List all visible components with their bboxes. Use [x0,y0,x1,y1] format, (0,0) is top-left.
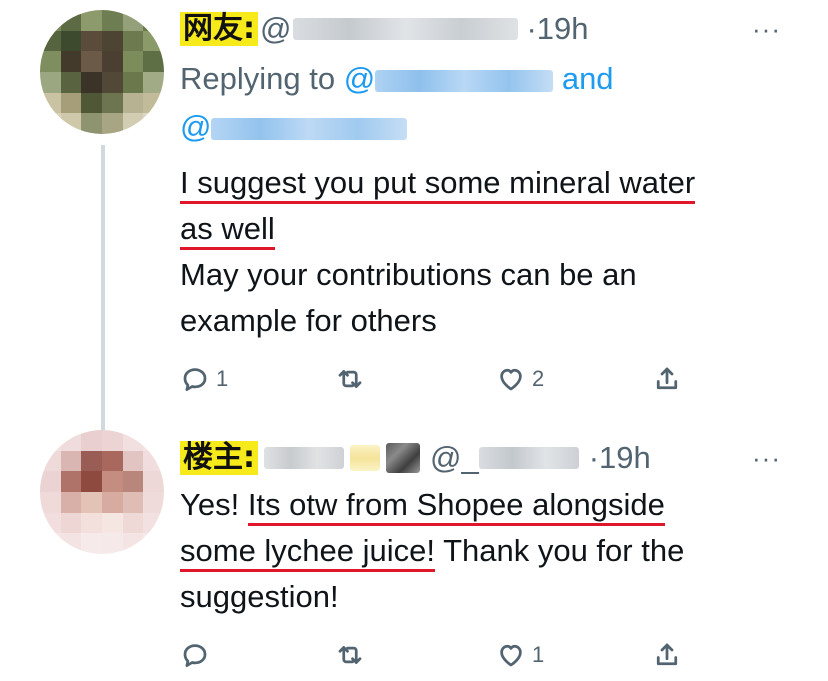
tweet2-underlined-1: Its otw from Shopee alongside [247,487,665,526]
tweet2-line-3: suggestion! [180,579,339,614]
tweet1-line-4: example for others [180,303,437,338]
timestamp[interactable]: ·19h [589,440,651,476]
tweet1-line-3: May your contributions can be an [180,257,637,292]
like-button[interactable]: 1 [496,640,544,670]
replying-to-label: Replying to [180,61,336,96]
blurred-emoji [386,443,420,473]
tweet2-underlined-2: some lychee juice! [180,533,436,572]
handle-prefix: @_ [430,440,479,475]
blurred-handle[interactable] [293,18,519,40]
reply-button[interactable] [180,640,210,670]
reply-icon [183,368,207,391]
blurred-replying-handle-1[interactable] [375,69,554,92]
reply-count: 1 [216,366,229,391]
blurred-emoji [350,445,380,471]
commenter-tag: 网友: [180,12,258,46]
retweet-icon [338,370,362,388]
heart-icon [500,644,522,667]
avatar[interactable] [40,430,164,554]
tweet2-actions: 1 [180,638,700,674]
tweet1-line-2: as well [180,211,275,250]
blurred-handle[interactable] [478,447,579,469]
share-button[interactable] [652,364,682,394]
tweet2-text-prefix: Yes! [180,487,248,522]
timestamp[interactable]: ·19h [526,11,588,47]
retweet-button[interactable] [335,640,365,670]
replying-and: and [561,61,614,96]
more-options-icon[interactable]: ··· [752,14,781,45]
author-tag: 楼主: [180,441,258,475]
tweet1-actions: 1 2 [180,362,700,398]
reply-button[interactable]: 1 [180,364,228,394]
replying-to-line: Replying to @ and [180,58,614,100]
tweet2-text: Yes! Its otw from Shopee alongside some … [180,482,684,620]
tweet1-text: I suggest you put some mineral water as … [180,160,696,344]
replying-handle-2-prefix[interactable]: @ [180,109,211,144]
like-count: 1 [532,642,545,667]
avatar-pixelated-image [40,430,164,554]
like-count: 2 [532,366,545,391]
share-icon [656,643,678,666]
more-options-icon[interactable]: ··· [752,443,781,474]
share-button[interactable] [652,640,682,670]
retweet-icon [338,646,362,664]
tweet1-header: 网友: @ ·19h [180,10,589,48]
heart-icon [500,368,522,391]
tweet2-header: 楼主: @_ ·19h [180,439,651,477]
retweet-button[interactable] [335,364,365,394]
avatar-pixelated-image [40,10,164,134]
handle-prefix: @ [260,11,292,46]
avatar[interactable] [40,10,164,134]
thread-connector-line [101,145,105,430]
replying-handle-1-prefix[interactable]: @ [344,61,375,96]
replying-to-line-2: @ [180,106,408,148]
blurred-display-name[interactable] [264,447,344,469]
tweet1-line-1: I suggest you put some mineral water [180,165,696,204]
like-button[interactable]: 2 [496,364,544,394]
share-icon [656,367,678,390]
tweet2-text-rest: Thank you for the [435,533,685,568]
blurred-replying-handle-2[interactable] [211,117,408,140]
reply-icon [183,644,207,667]
